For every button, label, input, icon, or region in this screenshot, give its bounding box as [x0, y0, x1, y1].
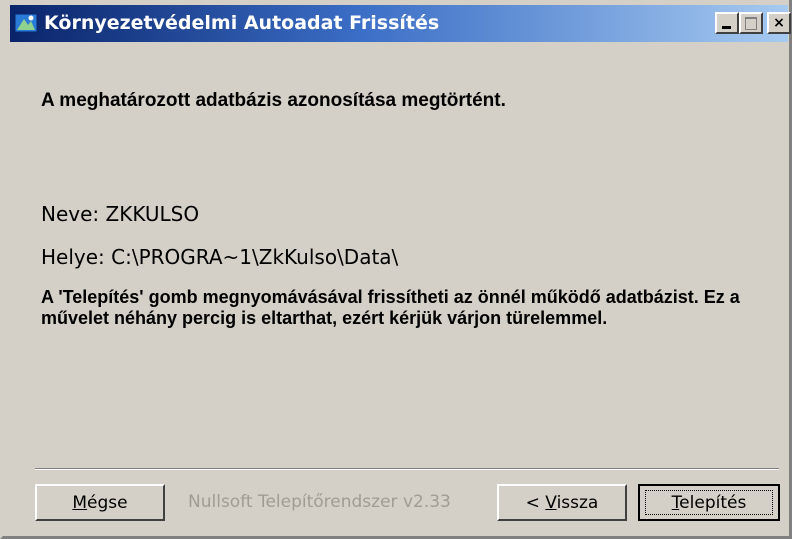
back-mnemonic: V — [545, 492, 557, 513]
window-title: Környezetvédelmi Autoadat Frissítés — [44, 12, 440, 34]
close-icon: × — [773, 14, 785, 31]
close-button[interactable]: × — [767, 12, 791, 34]
cancel-button[interactable]: Mégse — [35, 484, 165, 521]
minimize-button[interactable] — [715, 12, 739, 34]
back-label: issza — [556, 492, 599, 513]
installer-icon — [14, 13, 38, 33]
cancel-mnemonic: M — [72, 492, 88, 513]
database-name: Neve: ZKKULSO — [41, 202, 200, 226]
footer-separator — [35, 468, 779, 470]
installer-window: Környezetvédelmi Autoadat Frissítés × A … — [0, 0, 792, 539]
minimize-icon — [722, 26, 731, 29]
title-bar[interactable]: Környezetvédelmi Autoadat Frissítés × — [10, 5, 791, 42]
installer-branding: Nullsoft Telepítőrendszer v2.33 — [188, 492, 451, 512]
install-button[interactable]: Telepítés — [638, 484, 780, 521]
maximize-button[interactable] — [739, 12, 763, 34]
install-label: elepítés — [679, 492, 747, 513]
install-description: A 'Telepítés' gomb megnyomávásával friss… — [41, 287, 740, 328]
back-button[interactable]: < Vissza — [497, 484, 627, 521]
maximize-icon — [745, 17, 757, 30]
status-heading: A meghatározott adatbázis azonosítása me… — [41, 90, 506, 111]
back-arrow: < — [525, 492, 546, 513]
database-path: Helye: C:\PROGRA~1\ZkKulso\Data\ — [41, 245, 399, 269]
cancel-label: égse — [87, 492, 128, 513]
